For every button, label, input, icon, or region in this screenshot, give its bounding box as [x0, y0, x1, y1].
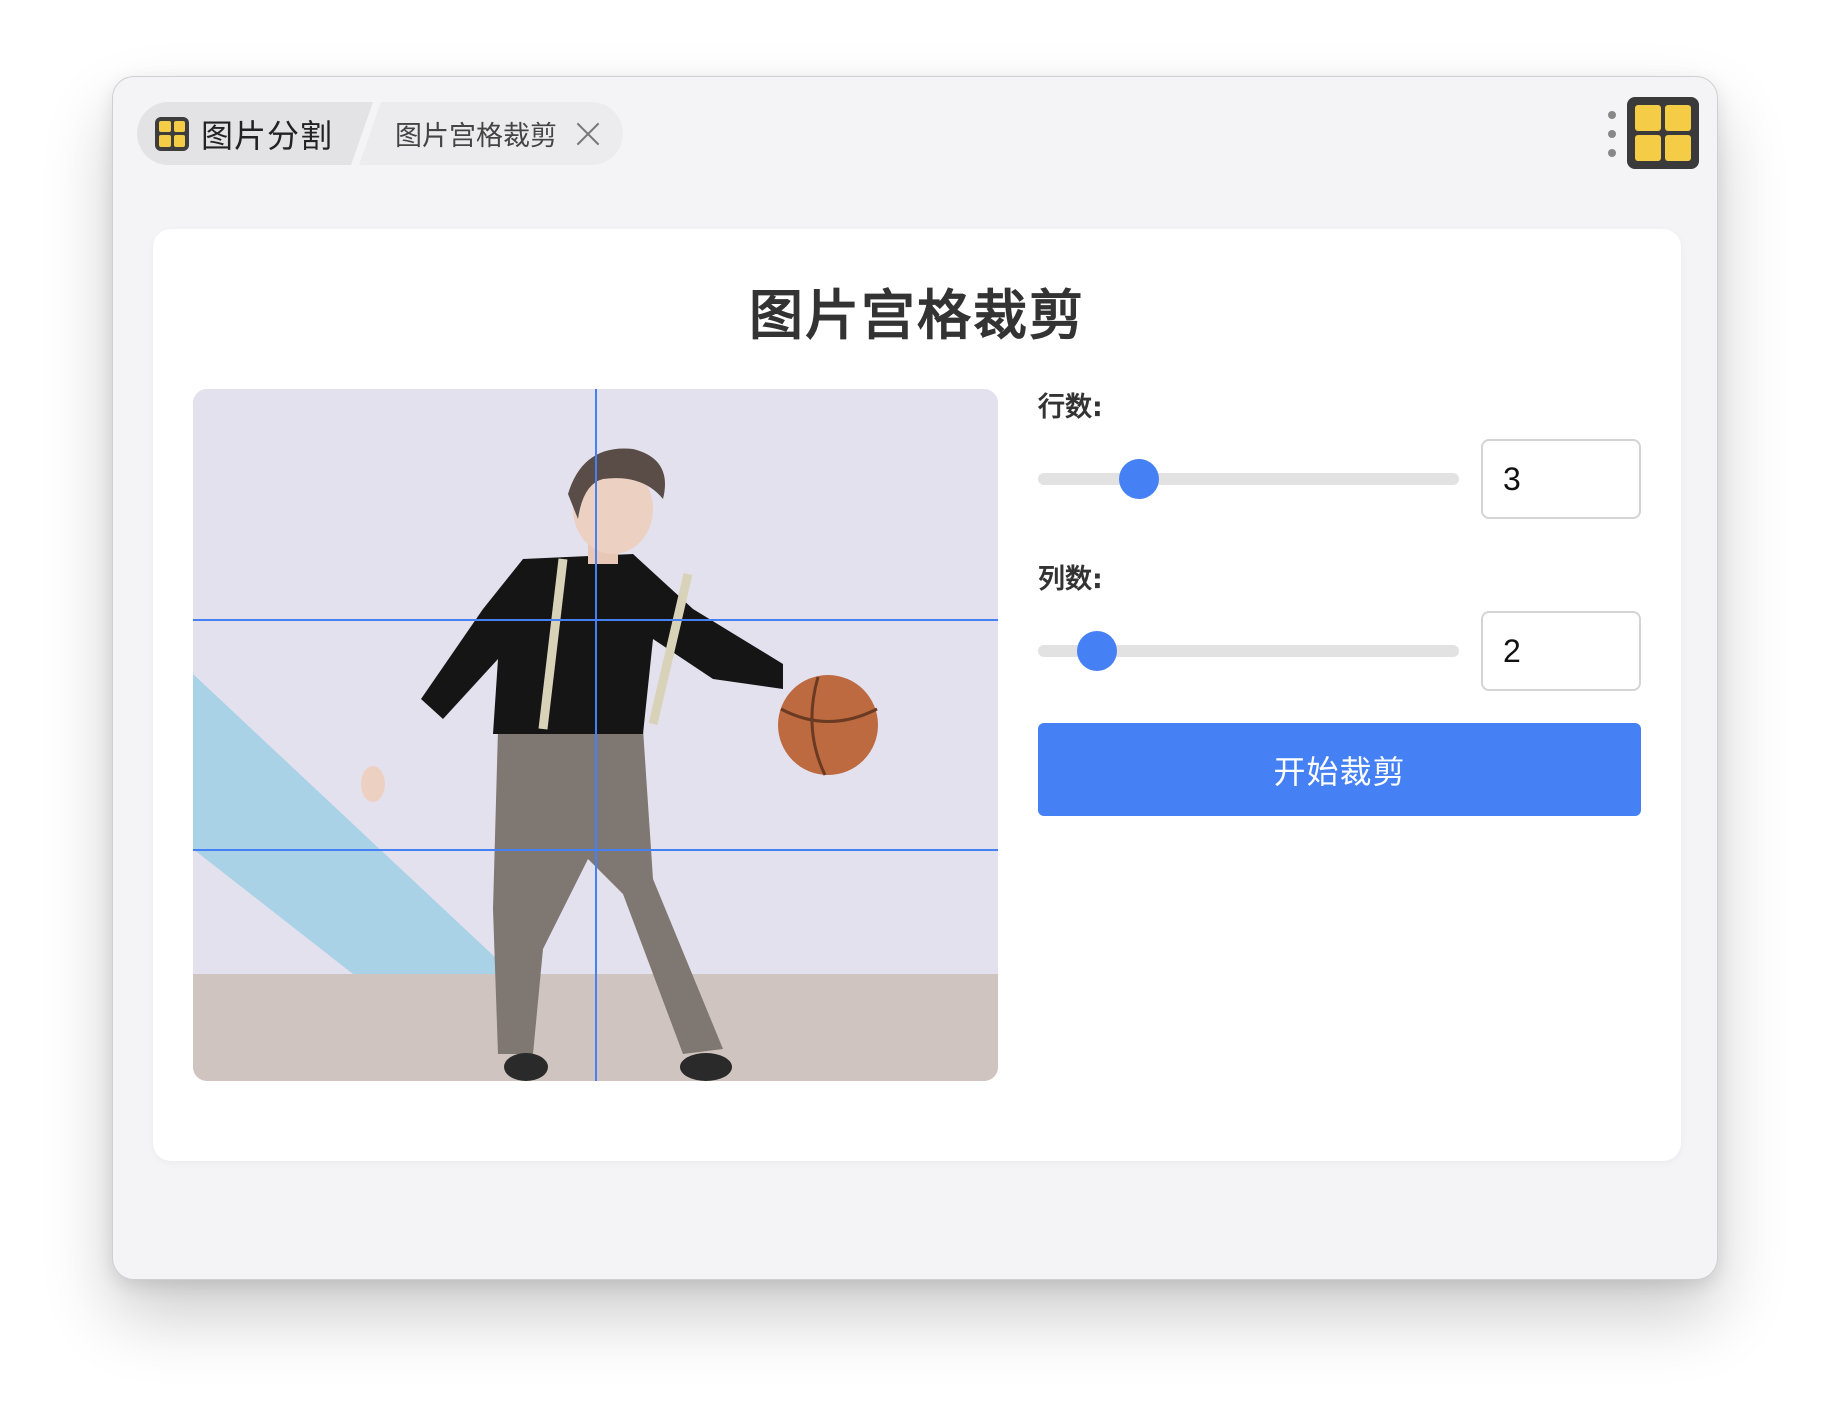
image-preview [193, 389, 998, 1081]
cols-input[interactable] [1481, 611, 1641, 691]
start-crop-button[interactable]: 开始裁剪 [1038, 723, 1641, 816]
tab-image-grid-crop[interactable]: 图片宫格裁剪 [359, 102, 624, 165]
tab-bar: 图片分割 图片宫格裁剪 [137, 102, 624, 165]
rows-label: 行数: [1038, 392, 1103, 423]
main-card: 图片宫格裁剪 行数: 3 列数: 2 开始裁剪 [153, 229, 1681, 1161]
cols-slider[interactable] [1038, 631, 1459, 671]
app-window: 图片分割 图片宫格裁剪 图片宫格裁剪 行数: 3 列数: 2 开始裁剪 [112, 76, 1718, 1280]
rows-control [1038, 439, 1641, 519]
tab-app[interactable]: 图片分割 [137, 102, 373, 165]
tab-page-label: 图片宫格裁剪 [395, 121, 558, 152]
rows-input[interactable] [1481, 439, 1641, 519]
grid-app-icon [155, 117, 189, 151]
rows-slider-thumb[interactable] [1119, 459, 1160, 499]
grid-app-icon[interactable] [1627, 97, 1699, 169]
page-title: 图片宫格裁剪 [749, 284, 1085, 347]
crop-controls: 行数: 列数: 开始裁剪 [1038, 389, 1641, 816]
close-icon[interactable] [575, 121, 601, 147]
rows-slider[interactable] [1038, 459, 1459, 499]
cols-label: 列数: [1038, 564, 1103, 595]
tab-app-label: 图片分割 [201, 116, 334, 155]
more-options-icon[interactable] [1607, 111, 1617, 157]
cols-control [1038, 611, 1641, 691]
cols-slider-thumb[interactable] [1076, 631, 1117, 671]
